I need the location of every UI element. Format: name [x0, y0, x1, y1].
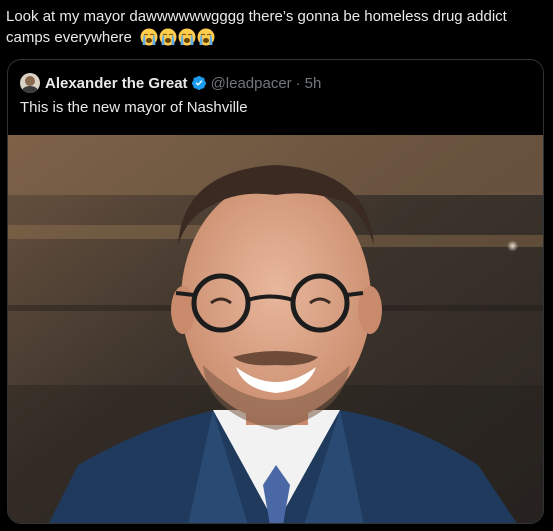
loudly-crying-face-icon — [140, 28, 158, 46]
post-timestamp[interactable]: 5h — [305, 75, 322, 92]
quoted-post-text: This is the new mayor of Nashville — [20, 99, 248, 116]
quoted-post-header: Alexander the Great @leadpacer · 5h — [20, 72, 321, 94]
author-handle[interactable]: @leadpacer — [211, 75, 292, 92]
loudly-crying-face-icon — [178, 28, 196, 46]
loudly-crying-face-icon — [159, 28, 177, 46]
quoted-post-card[interactable]: Alexander the Great @leadpacer · 5h This… — [7, 59, 544, 524]
emoji-group — [140, 28, 215, 46]
verified-badge-icon — [191, 76, 206, 90]
avatar[interactable] — [20, 73, 40, 93]
post-body: Look at my mayor dawwwwwwgggg there’s go… — [6, 8, 507, 46]
quoted-post-photo[interactable] — [8, 135, 543, 523]
portrait-photo — [8, 135, 543, 523]
avatar-image — [20, 73, 40, 93]
author-name[interactable]: Alexander the Great — [45, 75, 188, 92]
separator-dot: · — [295, 74, 301, 92]
post-text: Look at my mayor dawwwwwwgggg there’s go… — [6, 6, 546, 48]
loudly-crying-face-icon — [197, 28, 215, 46]
